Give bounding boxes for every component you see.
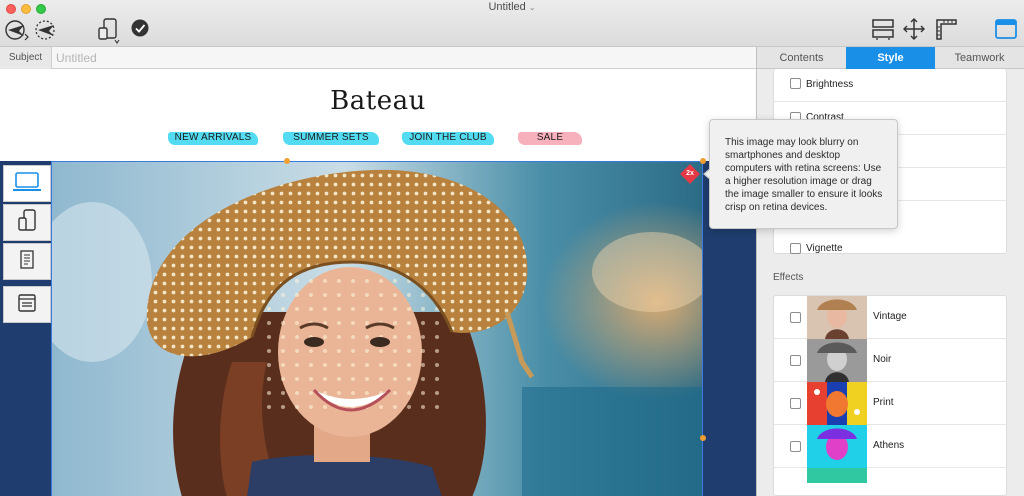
retina-warning-tooltip: This image may look blurry on smartphone…	[709, 119, 898, 229]
athens-checkbox[interactable]	[790, 441, 801, 452]
noir-thumbnail	[807, 339, 867, 382]
hero-image[interactable]	[51, 161, 703, 496]
effect-label: Vintage	[873, 311, 907, 322]
vintage-checkbox[interactable]	[790, 312, 801, 323]
effect-row-print[interactable]: Print	[774, 382, 1006, 425]
tooltip-arrow-inner	[705, 169, 711, 179]
nav-label: NEW ARRIVALS	[174, 132, 252, 143]
retina-warning-badge-text: 2x	[686, 170, 694, 177]
hero-photo-illustration	[52, 162, 702, 496]
effect-row-athens[interactable]: Athens	[774, 425, 1006, 468]
nav-label: SUMMER SETS	[293, 132, 369, 143]
nav-label: SALE	[536, 132, 564, 143]
nav-link-sale[interactable]: SALE	[518, 130, 582, 146]
check-icon[interactable]	[130, 18, 150, 38]
test-send-plane-icon[interactable]	[33, 17, 59, 43]
effect-row-noir[interactable]: Noir	[774, 339, 1006, 382]
window-title-text: Untitled	[488, 1, 526, 13]
nav-link-join-the-club[interactable]: JOIN THE CLUB	[402, 130, 494, 146]
effects-card: Vintage Noir Print Athens	[773, 295, 1007, 496]
window-title: Untitled ⌄	[0, 1, 1024, 13]
tab-style[interactable]: Style	[846, 47, 935, 69]
effect-label: Noir	[873, 354, 892, 365]
subject-input[interactable]	[56, 50, 746, 66]
resize-handle-top[interactable]	[284, 158, 290, 164]
print-checkbox[interactable]	[790, 398, 801, 409]
move-arrows-icon[interactable]	[902, 17, 926, 41]
nav-link-new-arrivals[interactable]: NEW ARRIVALS	[168, 130, 258, 146]
document-icon	[18, 250, 36, 273]
toolbar: Untitled ⌄	[0, 0, 1024, 47]
laptop-icon	[12, 171, 42, 196]
tab-contents[interactable]: Contents	[757, 47, 846, 69]
device-switcher	[3, 165, 51, 325]
layout-blocks-icon[interactable]	[870, 17, 896, 41]
vintage-thumbnail	[807, 296, 867, 339]
ruler-icon[interactable]	[934, 17, 958, 41]
athens-thumbnail	[807, 425, 867, 468]
text-view-button[interactable]	[3, 243, 51, 280]
inspector-panel: Contents Style Teamwork Brightness Contr…	[757, 47, 1024, 496]
subject-label: Subject	[0, 47, 52, 69]
adjustment-label: Vignette	[806, 243, 843, 254]
adjustment-label: Brightness	[806, 79, 854, 90]
vignette-checkbox[interactable]	[790, 243, 801, 254]
effect-label: Print	[873, 397, 894, 408]
effect-row[interactable]	[774, 468, 1006, 496]
resize-handle-top-right[interactable]	[700, 158, 706, 164]
effect-row-vintage[interactable]: Vintage	[774, 296, 1006, 339]
effects-section-title: Effects	[773, 272, 804, 283]
brand-title[interactable]: Bateau	[0, 86, 756, 116]
desktop-view-button[interactable]	[3, 165, 51, 202]
nav-link-summer-sets[interactable]: SUMMER SETS	[283, 130, 379, 146]
nav-label: JOIN THE CLUB	[409, 132, 487, 143]
email-canvas: Bateau NEW ARRIVALS SUMMER SETS JOIN THE…	[0, 69, 756, 496]
sidebar-toggle-icon[interactable]	[994, 18, 1018, 40]
subject-bar: Subject	[0, 47, 756, 69]
adjustment-row[interactable]: Brightness	[774, 69, 1006, 102]
tab-teamwork[interactable]: Teamwork	[935, 47, 1024, 69]
send-plane-icon[interactable]	[4, 17, 30, 43]
effect-label: Athens	[873, 440, 905, 451]
source-view-button[interactable]	[3, 286, 51, 323]
effect-thumbnail	[807, 468, 867, 483]
window-icon	[17, 293, 37, 316]
brightness-checkbox[interactable]	[790, 78, 801, 89]
noir-checkbox[interactable]	[790, 355, 801, 366]
chevron-down-icon[interactable]: ⌄	[529, 3, 536, 12]
resize-handle-right[interactable]	[700, 435, 706, 441]
mobile-view-button[interactable]	[3, 204, 51, 241]
preview-devices-icon[interactable]	[96, 16, 122, 44]
phone-tablet-icon	[16, 209, 38, 236]
print-thumbnail	[807, 382, 867, 425]
inspector-tabs: Contents Style Teamwork	[757, 47, 1024, 69]
